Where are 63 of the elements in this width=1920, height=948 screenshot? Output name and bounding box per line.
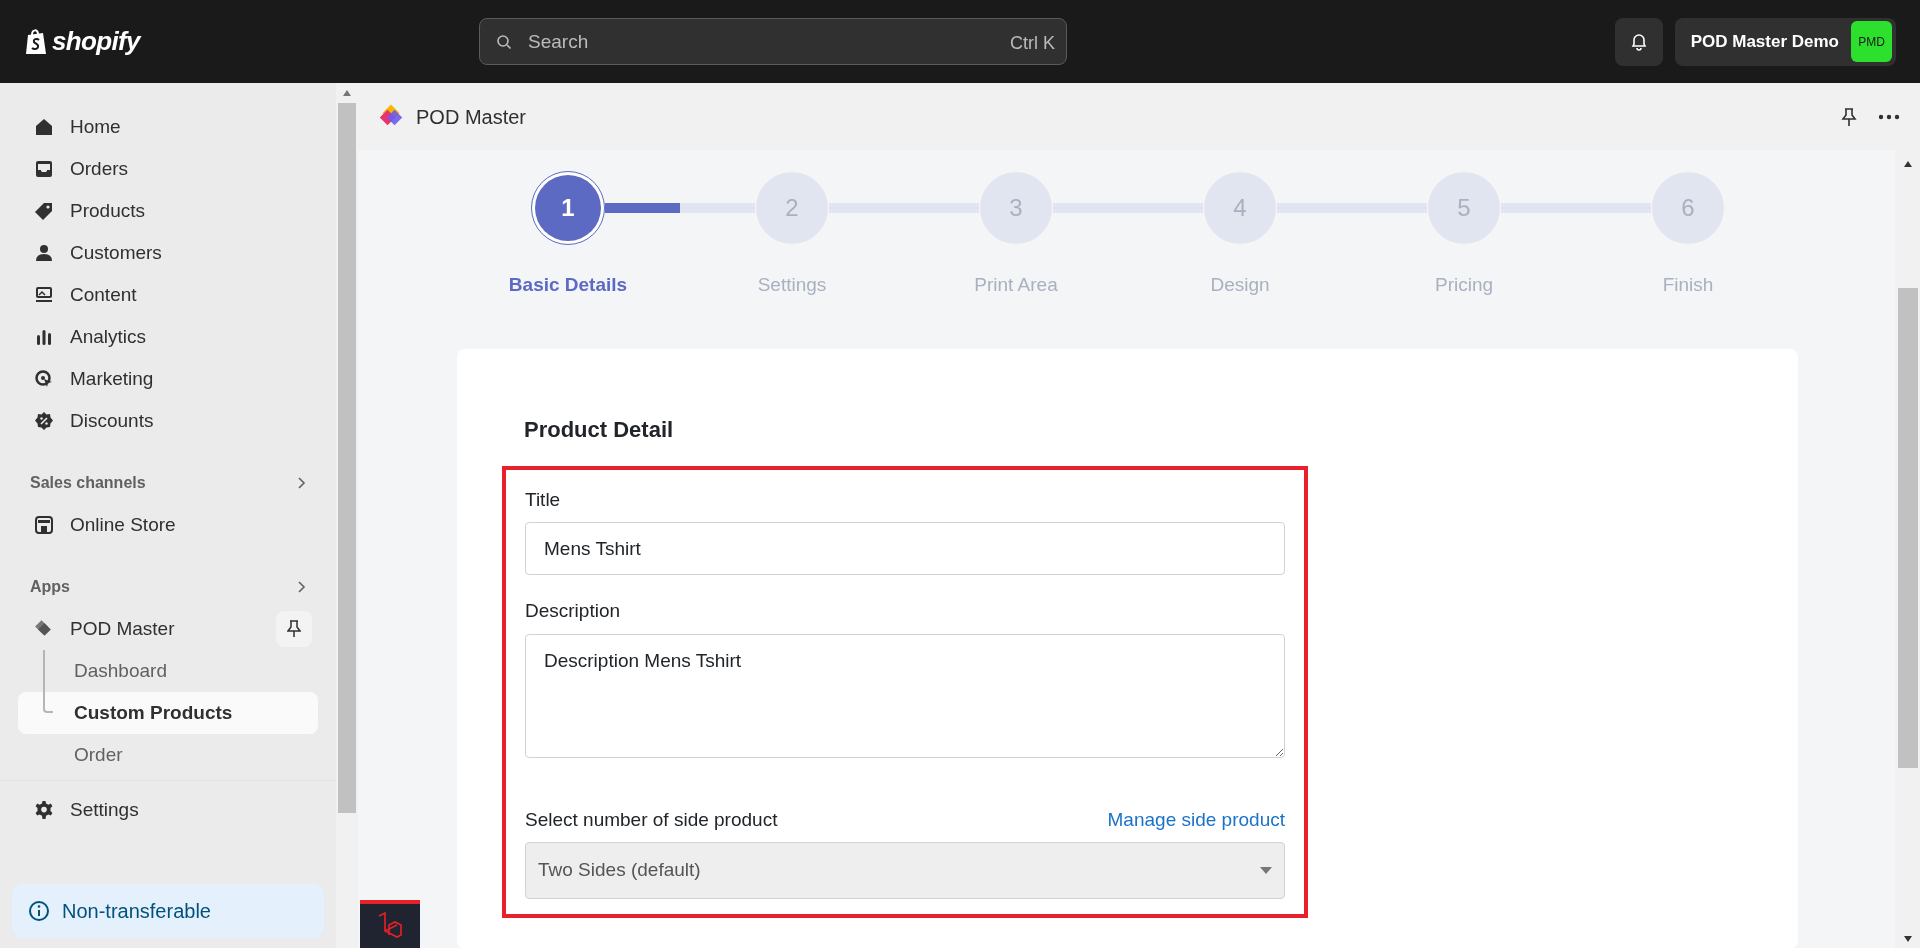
logo-text: shopify (52, 25, 140, 58)
manage-link[interactable]: Manage side product (1107, 805, 1285, 834)
sidebar-subitem[interactable]: Custom Products (18, 692, 318, 734)
field-label: Title (525, 487, 562, 512)
field-label: Description (525, 599, 622, 623)
side-count-select[interactable]: Two Sides (default) (525, 842, 1285, 899)
step-label: Pricing (1434, 273, 1494, 297)
sidebar-item[interactable]: Marketing (18, 358, 318, 400)
step-label: Design (1210, 273, 1270, 297)
pin-icon[interactable] (1840, 106, 1858, 127)
content-scrollbar[interactable] (1895, 150, 1920, 948)
shortcut-hint: Ctrl K (1010, 32, 1055, 55)
percent-badge-icon (34, 411, 54, 431)
sidebar-item[interactable]: Content (18, 274, 318, 316)
sidebar-item[interactable]: Customers (18, 232, 318, 274)
pin-icon (287, 620, 301, 638)
image-monitor-icon (34, 285, 54, 305)
app-logo-icon (34, 619, 54, 639)
step-label: Settings (757, 273, 827, 297)
info-icon (28, 900, 50, 922)
section-heading: Product Detail (524, 415, 675, 444)
store-menu-button[interactable]: POD Master Demo PMD (1674, 17, 1896, 66)
chevron-right-icon (298, 477, 306, 489)
laravel-logo-drawing[interactable] (360, 900, 420, 948)
sidebar-item[interactable]: Discounts (18, 400, 318, 442)
step-label: Finish (1662, 273, 1714, 297)
sidebar-item[interactable]: Settings (18, 789, 155, 831)
chevron-right-icon (298, 581, 306, 593)
title-input[interactable]: Mens Tshirt (525, 522, 1285, 575)
sidebar-item[interactable]: Home (18, 106, 318, 148)
sidebar-item[interactable]: Products (18, 190, 318, 232)
sidebar-item[interactable]: Analytics (18, 316, 318, 358)
notice-text: Non-transferable (62, 899, 211, 924)
shopping-bag-icon (24, 27, 48, 56)
step-label: Basic Details (508, 273, 628, 297)
home-icon (34, 117, 54, 137)
person-icon (34, 243, 54, 263)
sidebar-item[interactable]: Orders (18, 148, 318, 190)
settings-icon (34, 800, 54, 820)
dropdown-caret-icon (1260, 867, 1272, 874)
store-avatar: PMD (1851, 21, 1892, 62)
sidebar-item[interactable]: Online Store (18, 504, 318, 546)
inbox-icon (34, 159, 54, 179)
bar-chart-icon (34, 327, 54, 347)
description-textarea[interactable]: Description Mens Tshirt (525, 633, 1285, 758)
scroll-down-icon[interactable] (1903, 936, 1912, 942)
pin-button[interactable] (276, 611, 312, 647)
section-header[interactable]: Apps (18, 572, 318, 602)
notifications-button[interactable] (1614, 17, 1663, 66)
tag-icon (34, 201, 54, 221)
sidebar-item[interactable]: POD Master (18, 608, 191, 650)
field-label: Select number of side product (525, 807, 778, 832)
storefront-icon (34, 515, 54, 535)
more-icon[interactable] (1878, 113, 1900, 120)
sidebar-subitem[interactable]: Order (18, 734, 318, 776)
sidebar-subitem[interactable]: Dashboard (18, 650, 318, 692)
sidebar-scrollbar[interactable] (336, 83, 358, 948)
section-header[interactable]: Sales channels (18, 468, 318, 498)
target-cursor-icon (34, 369, 54, 389)
scroll-up-icon[interactable] (1903, 161, 1912, 167)
search-icon (496, 34, 512, 50)
app-title: POD Master (416, 104, 527, 130)
step-label: Print Area (974, 273, 1058, 297)
